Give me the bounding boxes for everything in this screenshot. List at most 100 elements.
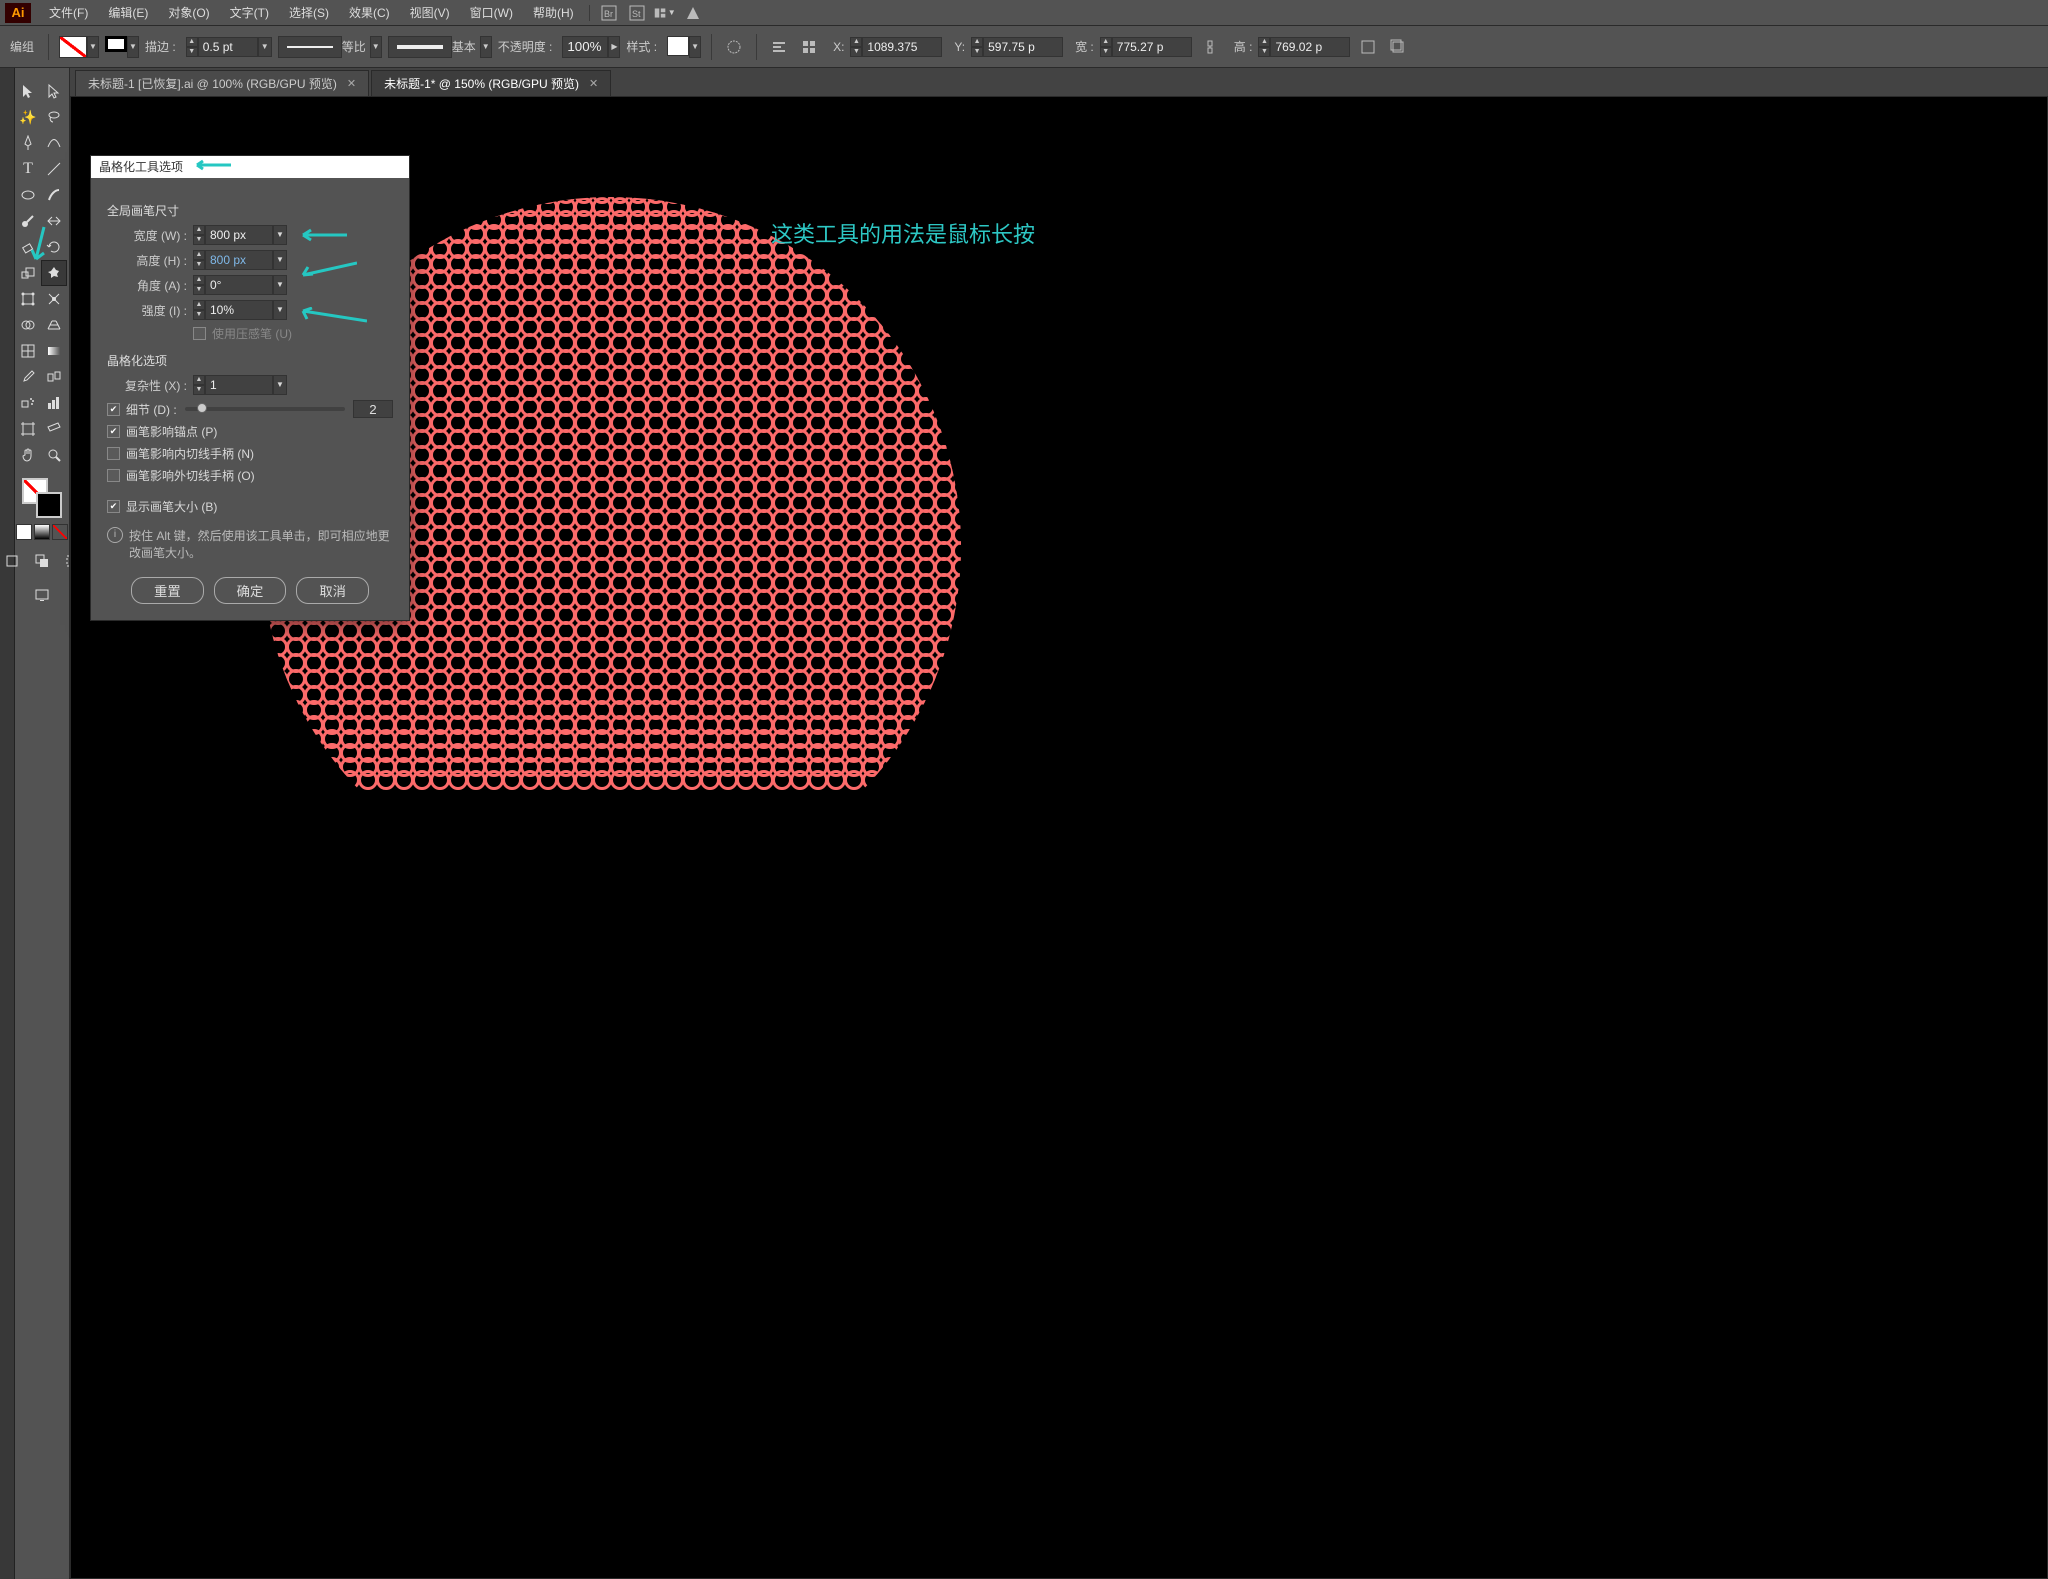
gradient-tool[interactable] [41, 338, 67, 364]
detail-slider[interactable] [185, 407, 345, 411]
gpu-icon[interactable] [682, 2, 704, 24]
draw-behind-icon[interactable] [29, 548, 55, 574]
intensity-input[interactable] [205, 300, 273, 320]
screen-mode-icon[interactable] [29, 582, 55, 608]
chevron-down-icon[interactable]: ▼ [273, 225, 287, 245]
graphic-style-swatch[interactable]: ▼ [667, 36, 701, 58]
shape-builder-tool[interactable] [15, 312, 41, 338]
mesh-tool[interactable] [15, 338, 41, 364]
height-stepper[interactable]: ▲▼ ▼ [193, 250, 287, 270]
line-tool[interactable] [41, 156, 67, 182]
constrain-proportions-icon[interactable] [1198, 35, 1222, 59]
collapsed-panel-strip[interactable] [0, 68, 15, 1579]
column-graph-tool[interactable] [41, 390, 67, 416]
lasso-tool[interactable] [41, 104, 67, 130]
brush-tool[interactable] [41, 182, 67, 208]
intensity-stepper[interactable]: ▲▼ ▼ [193, 300, 287, 320]
arrange-docs-icon[interactable]: ▼ [654, 2, 676, 24]
stroke-proxy[interactable] [36, 492, 62, 518]
menu-edit[interactable]: 编辑(E) [98, 4, 158, 21]
magic-wand-tool[interactable]: ✨ [15, 104, 41, 130]
perspective-grid-tool[interactable] [41, 312, 67, 338]
color-proxy[interactable] [22, 478, 62, 518]
complexity-stepper[interactable]: ▲▼ ▼ [193, 375, 287, 395]
opacity-input[interactable] [562, 36, 608, 58]
align-icon[interactable] [767, 35, 791, 59]
variable-width-profile[interactable]: 等比 ▼ [278, 36, 382, 58]
artboard-tool[interactable] [15, 416, 41, 442]
height-input[interactable] [205, 250, 273, 270]
stroke-weight-input[interactable] [198, 37, 258, 57]
x-input[interactable] [862, 37, 942, 57]
stock-icon[interactable]: St [626, 2, 648, 24]
eyedropper-tool[interactable] [15, 364, 41, 390]
dialog-title-bar[interactable]: 晶格化工具选项 [91, 156, 409, 178]
in-tangent-checkbox[interactable] [107, 447, 120, 460]
y-stepper[interactable]: ▲▼ [971, 37, 1063, 57]
h-input[interactable] [1270, 37, 1350, 57]
complexity-input[interactable] [205, 375, 273, 395]
chevron-down-icon[interactable]: ▼ [273, 250, 287, 270]
pen-tool[interactable] [15, 130, 41, 156]
draw-normal-icon[interactable] [0, 548, 25, 574]
free-transform-tool[interactable] [15, 286, 41, 312]
ellipse-tool[interactable] [15, 182, 41, 208]
ok-button[interactable]: 确定 [214, 577, 287, 604]
menu-select[interactable]: 选择(S) [279, 4, 339, 21]
menu-view[interactable]: 视图(V) [400, 4, 460, 21]
chevron-down-icon[interactable]: ▼ [689, 36, 701, 58]
color-none-icon[interactable] [52, 524, 68, 540]
y-input[interactable] [983, 37, 1063, 57]
anchor-checkbox[interactable] [107, 425, 120, 438]
menu-effect[interactable]: 效果(C) [339, 4, 400, 21]
width-stepper[interactable]: ▲▼ ▼ [193, 225, 287, 245]
chevron-down-icon[interactable]: ▼ [87, 36, 99, 58]
opacity-field[interactable]: ▶ [562, 36, 620, 58]
angle-input[interactable] [205, 275, 273, 295]
menu-type[interactable]: 文字(T) [220, 4, 279, 21]
chevron-down-icon[interactable]: ▼ [480, 36, 492, 58]
document-tab[interactable]: 未标题-1* @ 150% (RGB/GPU 预览) ✕ [371, 70, 611, 96]
zoom-tool[interactable] [41, 442, 67, 468]
menu-file[interactable]: 文件(F) [39, 4, 98, 21]
curvature-tool[interactable] [41, 130, 67, 156]
hand-tool[interactable] [15, 442, 41, 468]
h-stepper[interactable]: ▲▼ [1258, 37, 1350, 57]
transform-panel-icon[interactable] [797, 35, 821, 59]
type-tool[interactable]: T [15, 156, 41, 182]
selection-tool[interactable] [15, 78, 41, 104]
direct-selection-tool[interactable] [41, 78, 67, 104]
brush-definition[interactable]: 基本 ▼ [388, 36, 492, 58]
stroke-weight-stepper[interactable]: ▲▼ ▼ [186, 37, 272, 57]
chevron-right-icon[interactable]: ▶ [608, 36, 620, 58]
width-input[interactable] [205, 225, 273, 245]
close-icon[interactable]: ✕ [589, 77, 598, 90]
chevron-down-icon[interactable]: ▼ [127, 36, 139, 58]
chevron-down-icon[interactable]: ▼ [258, 37, 272, 57]
fill-swatch[interactable]: ▼ [59, 36, 99, 58]
menu-window[interactable]: 窗口(W) [460, 4, 523, 21]
bridge-icon[interactable]: Br [598, 2, 620, 24]
puppet-warp-tool[interactable] [41, 286, 67, 312]
menu-help[interactable]: 帮助(H) [523, 4, 584, 21]
chevron-down-icon[interactable]: ▼ [370, 36, 382, 58]
chevron-down-icon[interactable]: ▼ [273, 375, 287, 395]
detail-checkbox[interactable] [107, 403, 120, 416]
shape-properties-icon[interactable] [1356, 35, 1380, 59]
blend-tool[interactable] [41, 364, 67, 390]
document-tab[interactable]: 未标题-1 [已恢复].ai @ 100% (RGB/GPU 预览) ✕ [75, 70, 369, 96]
reset-button[interactable]: 重置 [131, 577, 204, 604]
out-tangent-checkbox[interactable] [107, 469, 120, 482]
detail-value-input[interactable] [353, 400, 393, 418]
menu-object[interactable]: 对象(O) [158, 4, 219, 21]
stroke-swatch[interactable]: ▼ [105, 36, 139, 58]
w-input[interactable] [1112, 37, 1192, 57]
close-icon[interactable]: ✕ [347, 77, 356, 90]
angle-stepper[interactable]: ▲▼ ▼ [193, 275, 287, 295]
show-brush-size-checkbox[interactable] [107, 500, 120, 513]
color-solid-icon[interactable] [16, 524, 32, 540]
recolor-artwork-icon[interactable] [722, 35, 746, 59]
symbol-sprayer-tool[interactable] [15, 390, 41, 416]
isolate-group-icon[interactable] [1386, 35, 1410, 59]
x-stepper[interactable]: ▲▼ [850, 37, 942, 57]
